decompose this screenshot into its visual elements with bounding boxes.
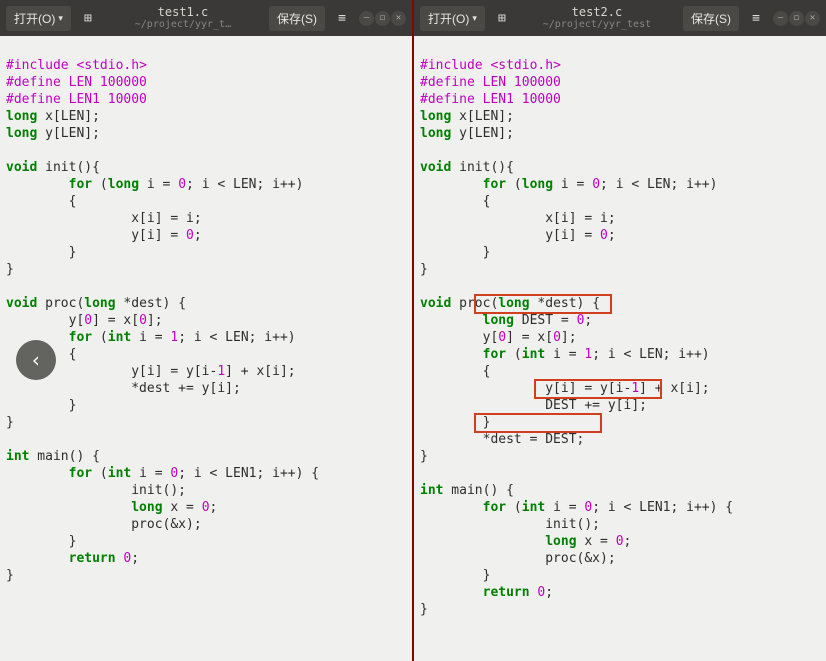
maximize-icon[interactable]: ◻: [375, 11, 390, 26]
new-document-icon[interactable]: ⊞: [79, 9, 97, 27]
save-button[interactable]: 保存(S): [683, 6, 739, 31]
code-editor-right[interactable]: #include <stdio.h> #define LEN 100000 #d…: [414, 36, 826, 661]
minimize-icon[interactable]: –: [773, 11, 788, 26]
highlight-box-3: [474, 413, 602, 433]
close-icon[interactable]: ✕: [391, 11, 406, 26]
chevron-down-icon: ▾: [472, 13, 477, 24]
open-label: 打开(O): [14, 10, 55, 27]
open-button[interactable]: 打开(O) ▾: [420, 6, 485, 31]
title-block: test1.c ~/project/yyr_t…: [105, 6, 261, 30]
filepath: ~/project/yyr_t…: [105, 19, 261, 30]
editor-pane-left: 打开(O) ▾ ⊞ test1.c ~/project/yyr_t… 保存(S)…: [0, 0, 414, 661]
window-controls: – ◻ ✕: [359, 11, 406, 26]
menu-icon[interactable]: ≡: [333, 9, 351, 27]
back-button[interactable]: ‹: [16, 340, 56, 380]
maximize-icon[interactable]: ◻: [789, 11, 804, 26]
title-block: test2.c ~/project/yyr_test: [519, 6, 675, 30]
close-icon[interactable]: ✕: [805, 11, 820, 26]
chevron-left-icon: ‹: [30, 348, 42, 372]
save-button[interactable]: 保存(S): [269, 6, 325, 31]
toolbar-right: 打开(O) ▾ ⊞ test2.c ~/project/yyr_test 保存(…: [414, 0, 826, 36]
toolbar-left: 打开(O) ▾ ⊞ test1.c ~/project/yyr_t… 保存(S)…: [0, 0, 412, 36]
new-document-icon[interactable]: ⊞: [493, 9, 511, 27]
window-controls: – ◻ ✕: [773, 11, 820, 26]
chevron-down-icon: ▾: [58, 13, 63, 24]
open-label: 打开(O): [428, 10, 469, 27]
filepath: ~/project/yyr_test: [519, 19, 675, 30]
minimize-icon[interactable]: –: [359, 11, 374, 26]
filename: test1.c: [105, 6, 261, 19]
menu-icon[interactable]: ≡: [747, 9, 765, 27]
filename: test2.c: [519, 6, 675, 19]
editor-pane-right: 打开(O) ▾ ⊞ test2.c ~/project/yyr_test 保存(…: [414, 0, 826, 661]
open-button[interactable]: 打开(O) ▾: [6, 6, 71, 31]
code-editor-left[interactable]: #include <stdio.h> #define LEN 100000 #d…: [0, 36, 412, 661]
